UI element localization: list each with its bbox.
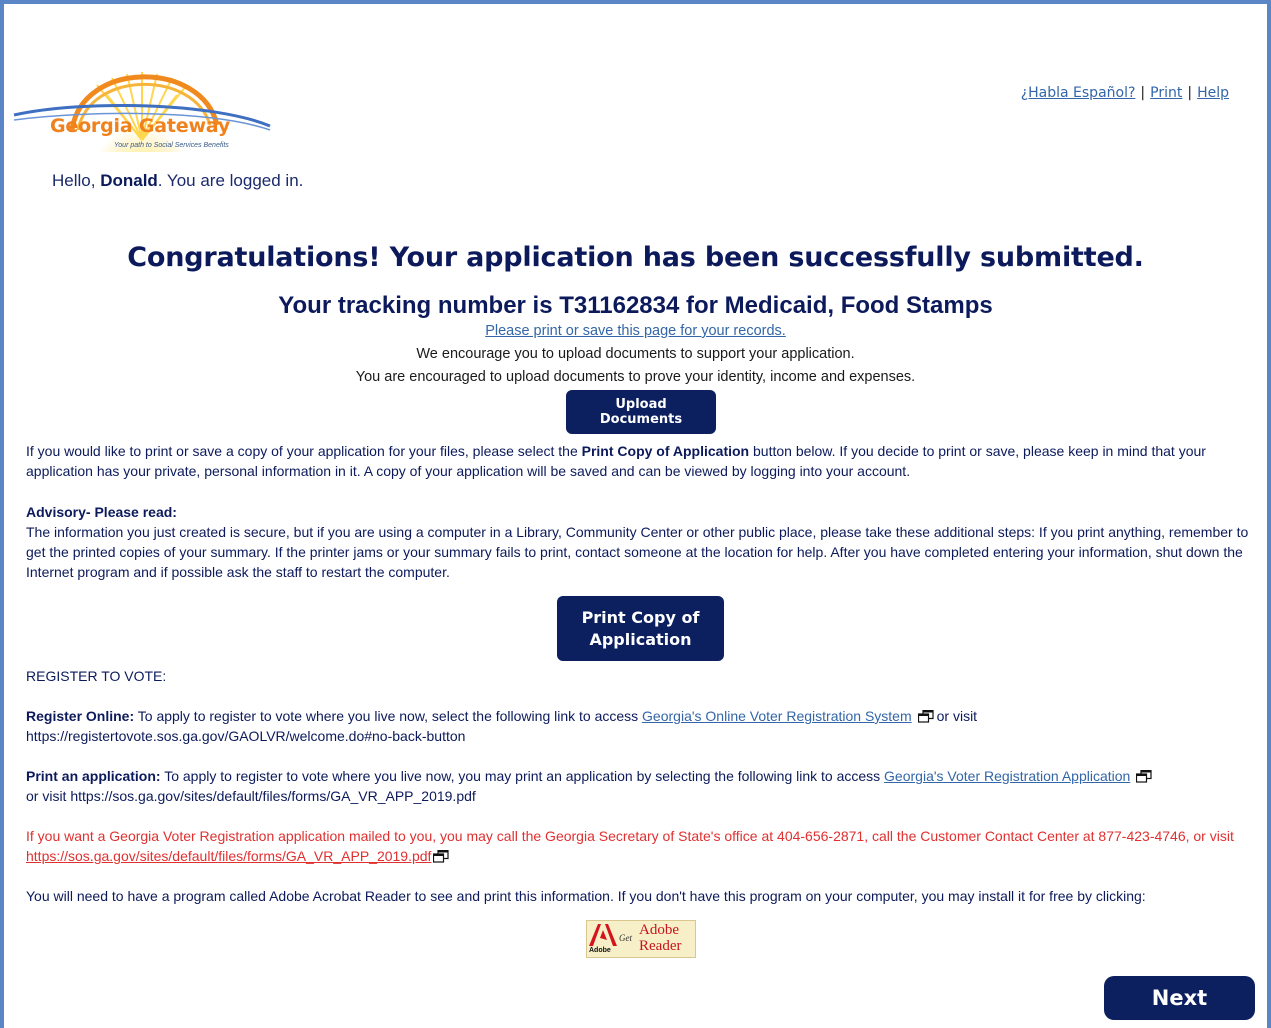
print-save-link[interactable]: Please print or save this page for your … xyxy=(485,323,786,339)
print-save-line: Please print or save this page for your … xyxy=(0,323,1271,339)
print-application-text: To apply to register to vote where you l… xyxy=(160,768,885,784)
logo-tagline: Your path to Social Services Benefits xyxy=(114,142,229,149)
greeting-suffix: . You are logged in. xyxy=(157,171,304,190)
advisory-title: Advisory- Please read: xyxy=(26,504,177,520)
tracking-number-heading: Your tracking number is T31162834 for Me… xyxy=(278,292,993,319)
copy-application-paragraph: If you would like to print or save a cop… xyxy=(26,441,1258,481)
print-application-label: Print an application: xyxy=(26,768,161,784)
greeting-prefix: Hello, xyxy=(52,171,101,190)
external-window-icon xyxy=(1136,770,1152,783)
top-links: ¿Habla Español? | Print | Help xyxy=(1021,85,1229,101)
register-online-text: To apply to register to vote where you l… xyxy=(134,708,643,724)
separator: | xyxy=(1140,85,1146,101)
adobe-get-label: Get xyxy=(619,933,632,943)
print-link[interactable]: Print xyxy=(1150,85,1182,101)
acrobat-reader-text: You will need to have a program called A… xyxy=(26,888,1146,904)
adobe-small-label: Adobe xyxy=(589,947,611,954)
success-heading: Congratulations! Your application has be… xyxy=(127,242,1144,273)
print-copy-of-application-button[interactable]: Print Copy of Application xyxy=(557,596,724,661)
print-application-paragraph: Print an application: To apply to regist… xyxy=(26,766,1258,806)
mailed-application-paragraph: If you want a Georgia Voter Registration… xyxy=(26,826,1258,866)
encourage-text-1: We encourage you to upload documents to … xyxy=(416,346,855,362)
external-window-icon xyxy=(917,710,934,723)
online-voter-registration-link[interactable]: Georgia's Online Voter Registration Syst… xyxy=(642,708,912,724)
logo-title: Georgia Gateway xyxy=(50,115,231,137)
reader-brand-label: Reader xyxy=(639,938,682,954)
georgia-gateway-logo[interactable]: Georgia Gateway Your path to Social Serv… xyxy=(0,0,300,160)
user-name: Donald xyxy=(100,171,158,190)
copy-para-part1: If you would like to print or save a cop… xyxy=(26,443,582,459)
voter-application-pdf-link[interactable]: https://sos.ga.gov/sites/default/files/f… xyxy=(26,848,431,864)
print-copy-label-line2: Application xyxy=(589,629,692,649)
copy-para-bold: Print Copy of Application xyxy=(581,443,750,459)
habla-espanol-link[interactable]: ¿Habla Español? xyxy=(1021,85,1136,101)
adobe-logo-icon xyxy=(589,924,617,946)
register-online-after: or visit xyxy=(936,708,978,724)
upload-documents-button[interactable]: Upload Documents xyxy=(566,390,716,434)
separator: | xyxy=(1187,85,1193,101)
register-to-vote-heading: REGISTER TO VOTE: xyxy=(26,668,167,684)
register-online-paragraph: Register Online: To apply to register to… xyxy=(26,706,1258,746)
next-button[interactable]: Next xyxy=(1104,976,1255,1020)
greeting-text: Hello, Donald. You are logged in. xyxy=(52,171,303,191)
advisory-section: Advisory- Please read: The information y… xyxy=(26,502,1258,582)
help-link[interactable]: Help xyxy=(1197,85,1229,101)
mailed-text: If you want a Georgia Voter Registration… xyxy=(26,828,1234,844)
register-online-url: https://registertovote.sos.ga.gov/GAOLVR… xyxy=(26,728,466,744)
voter-registration-application-link[interactable]: Georgia's Voter Registration Application xyxy=(884,768,1130,784)
print-copy-label-line1: Print Copy of xyxy=(581,607,700,627)
print-application-after: or visit https://sos.ga.gov/sites/defaul… xyxy=(26,788,476,804)
adobe-brand-label: Adobe xyxy=(639,922,679,938)
advisory-body: The information you just created is secu… xyxy=(26,524,1249,580)
encourage-text-2: You are encouraged to upload documents t… xyxy=(355,369,916,385)
external-window-icon xyxy=(433,850,450,863)
get-adobe-reader-badge[interactable]: Adobe Get Adobe Reader xyxy=(586,920,696,958)
register-online-label: Register Online: xyxy=(26,708,135,724)
